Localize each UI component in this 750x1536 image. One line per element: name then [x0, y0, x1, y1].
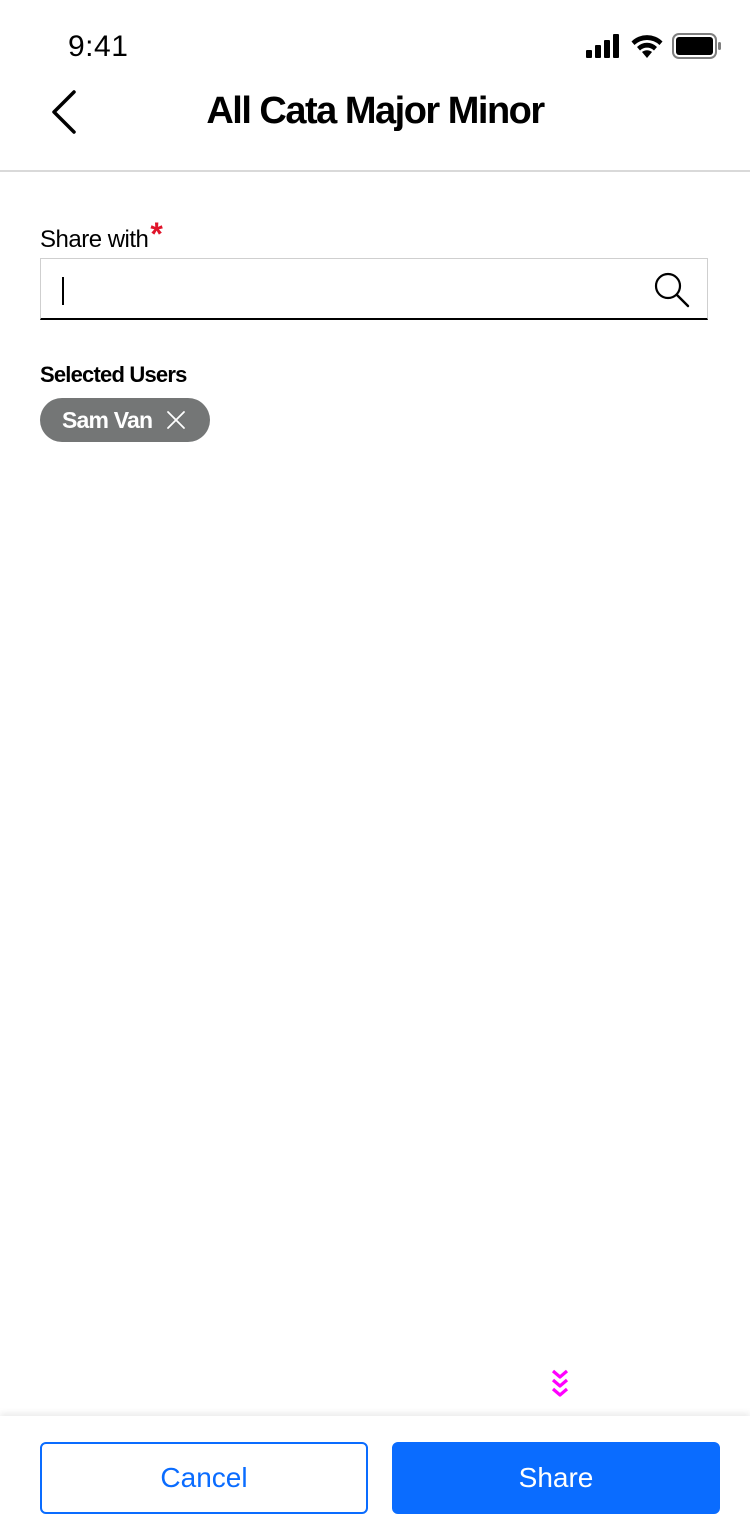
cellular-signal-icon — [586, 34, 619, 58]
selected-user-name: Sam Van — [62, 406, 153, 433]
share-button[interactable]: Share — [392, 1442, 720, 1514]
status-bar: 9:41 — [0, 0, 750, 88]
navigation-bar: All Cata Major Minor — [0, 88, 750, 172]
share-with-search-input[interactable] — [61, 269, 621, 309]
close-icon — [167, 411, 186, 429]
page-title: All Cata Major Minor — [206, 90, 545, 132]
share-with-text: Share with — [40, 226, 149, 253]
share-screen: 9:41 All Cata Major Minor Share with* Se… — [0, 0, 750, 1536]
text-cursor — [62, 277, 64, 305]
selected-user-chip: Sam Van — [40, 398, 210, 442]
selected-users-label: Selected Users — [40, 362, 187, 387]
remove-user-button[interactable] — [166, 410, 186, 430]
battery-icon — [672, 33, 721, 59]
share-with-search-field[interactable] — [40, 258, 708, 320]
cancel-button[interactable]: Cancel — [40, 1442, 368, 1514]
scroll-down-indicator-icon — [551, 1369, 569, 1397]
status-time: 9:41 — [68, 30, 129, 63]
required-marker: * — [150, 216, 163, 252]
share-with-label: Share with* — [40, 216, 163, 255]
action-footer: Cancel Share — [0, 1416, 750, 1536]
search-icon[interactable] — [653, 271, 691, 309]
wifi-icon — [631, 35, 663, 58]
